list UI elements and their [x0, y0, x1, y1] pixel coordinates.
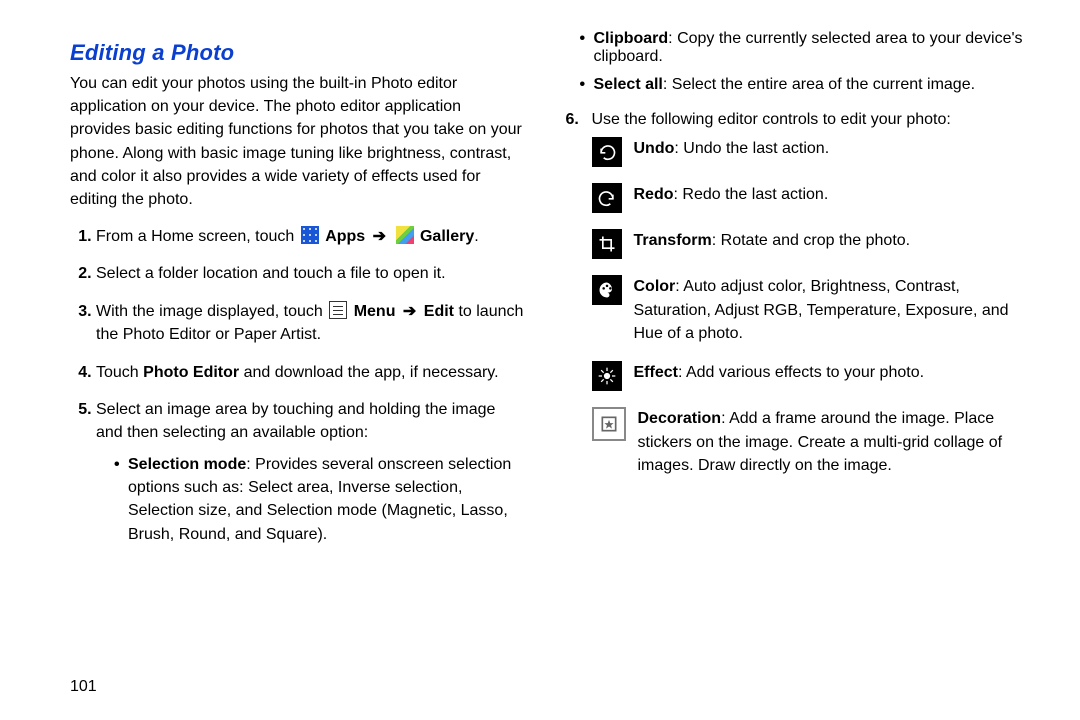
step-4-bold: Photo Editor — [143, 364, 239, 381]
step-5-intro: Select an image area by touching and hol… — [96, 401, 495, 441]
arrow-icon2 — [400, 303, 419, 320]
step-4-pre: Touch — [96, 364, 143, 381]
color-text: : Auto adjust color, Brightness, Contras… — [634, 278, 1009, 342]
undo-icon — [592, 137, 622, 167]
arrow-icon — [370, 228, 389, 245]
control-color: Color: Auto adjust color, Brightness, Co… — [592, 275, 1041, 345]
editor-controls-list: Undo: Undo the last action. Redo: Redo t… — [592, 137, 1041, 477]
gallery-icon — [396, 226, 414, 244]
effect-text: : Add various effects to your photo. — [678, 364, 924, 381]
step-1-pre: From a Home screen, touch — [96, 228, 299, 245]
control-transform: Transform: Rotate and crop the photo. — [592, 229, 1041, 259]
step-4: Touch Photo Editor and download the app,… — [96, 361, 526, 384]
transform-text: : Rotate and crop the photo. — [712, 232, 910, 249]
step-1-post: . — [474, 228, 478, 245]
undo-label: Undo — [634, 140, 675, 157]
redo-label: Redo — [634, 186, 674, 203]
step-5: Select an image area by touching and hol… — [96, 398, 526, 546]
page-number: 101 — [70, 678, 97, 696]
transform-label: Transform — [634, 232, 712, 249]
effect-icon — [592, 361, 622, 391]
select-all-text: : Select the entire area of the current … — [663, 76, 975, 93]
color-icon — [592, 275, 622, 305]
control-effect: Effect: Add various effects to your phot… — [592, 361, 1041, 391]
gallery-label: Gallery — [420, 228, 474, 245]
manual-page: Editing a Photo You can edit your photos… — [0, 0, 1080, 720]
right-column: Clipboard: Copy the currently selected a… — [566, 30, 1041, 560]
decoration-label: Decoration — [638, 410, 722, 427]
step-1: From a Home screen, touch Apps Gallery. — [96, 225, 526, 248]
menu-icon — [329, 301, 347, 319]
step-2: Select a folder location and touch a fil… — [96, 262, 526, 285]
select-all-label: Select all — [594, 76, 663, 93]
color-label: Color — [634, 278, 676, 295]
undo-text: : Undo the last action. — [674, 140, 829, 157]
steps-list: From a Home screen, touch Apps Gallery. … — [70, 225, 526, 546]
left-column: Editing a Photo You can edit your photos… — [70, 30, 526, 560]
redo-icon — [592, 183, 622, 213]
step-6: Use the following editor controls to edi… — [566, 108, 1041, 478]
step-4-post: and download the app, if necessary. — [239, 364, 498, 381]
control-decoration: Decoration: Add a frame around the image… — [592, 407, 1041, 477]
step-3: With the image displayed, touch Menu Edi… — [96, 300, 526, 347]
apps-icon — [301, 226, 319, 244]
selection-mode-label: Selection mode — [128, 456, 246, 473]
apps-label: Apps — [325, 228, 365, 245]
step-5-select-all: Select all: Select the entire area of th… — [580, 76, 1041, 94]
control-redo: Redo: Redo the last action. — [592, 183, 1041, 213]
decoration-icon — [592, 407, 626, 441]
edit-label: Edit — [424, 303, 454, 320]
clipboard-label: Clipboard — [594, 30, 669, 47]
step-6-text: Use the following editor controls to edi… — [592, 111, 951, 128]
effect-label: Effect — [634, 364, 678, 381]
redo-text: : Redo the last action. — [674, 186, 829, 203]
section-title: Editing a Photo — [70, 40, 526, 66]
intro-paragraph: You can edit your photos using the built… — [70, 72, 526, 211]
menu-label: Menu — [354, 303, 396, 320]
step-5-continued: Clipboard: Copy the currently selected a… — [566, 30, 1041, 94]
step-5-selection-mode: Selection mode: Provides several onscree… — [114, 453, 526, 546]
transform-icon — [592, 229, 622, 259]
control-undo: Undo: Undo the last action. — [592, 137, 1041, 167]
step-3-pre: With the image displayed, touch — [96, 303, 327, 320]
step-5-clipboard: Clipboard: Copy the currently selected a… — [580, 30, 1041, 66]
